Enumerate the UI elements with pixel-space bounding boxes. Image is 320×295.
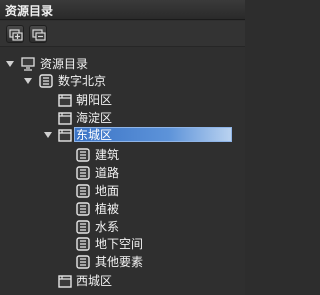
tree-node-layer[interactable]: 其他要素 [0, 253, 245, 272]
tree-node-label: 道路 [95, 166, 120, 180]
tree-node-label: 地面 [95, 184, 120, 198]
tree-node-label: 其他要素 [95, 255, 144, 269]
tree-node-label: 数字北京 [58, 74, 107, 88]
document-stack-icon [39, 74, 53, 88]
collapse-all-button[interactable] [29, 25, 47, 43]
layer-document-icon [76, 166, 90, 180]
collapse-all-icon [32, 29, 46, 41]
expand-all-button[interactable] [6, 25, 24, 43]
layer-document-icon [76, 184, 90, 198]
folder-icon [58, 112, 72, 125]
resource-catalog-panel: 资源目录 资源目录 数字北京 朝阳区 海淀区 东城区 建筑 道路 地面 植被 水… [0, 0, 245, 295]
tree-node-layer[interactable]: 建筑 [0, 146, 245, 165]
panel-toolbar [0, 21, 245, 47]
tree-node-label: 东城区 [76, 128, 113, 142]
folder-icon [58, 129, 72, 142]
tree-node-label: 朝阳区 [76, 93, 113, 107]
expand-all-icon [9, 29, 23, 41]
folder-icon [58, 275, 72, 288]
panel-titlebar: 资源目录 [0, 0, 245, 20]
resource-tree: 资源目录 数字北京 朝阳区 海淀区 东城区 建筑 道路 地面 植被 水系 地下空… [0, 49, 245, 295]
expanded-arrow-icon[interactable] [44, 131, 52, 139]
tree-node-label: 水系 [95, 220, 120, 234]
tree-node-label: 西城区 [76, 274, 113, 288]
tree-node-city[interactable]: 数字北京 [0, 72, 245, 91]
folder-icon [58, 94, 72, 107]
layer-document-icon [76, 237, 90, 251]
tree-node-layer[interactable]: 植被 [0, 200, 245, 219]
tree-node-label: 建筑 [95, 148, 120, 162]
layer-document-icon [76, 220, 90, 234]
layer-document-icon [76, 148, 90, 162]
tree-node-district[interactable]: 朝阳区 [0, 91, 245, 110]
expanded-arrow-icon[interactable] [24, 77, 32, 85]
panel-title: 资源目录 [5, 4, 54, 18]
tree-node-layer[interactable]: 道路 [0, 164, 245, 183]
tree-node-label: 资源目录 [40, 57, 89, 71]
expanded-arrow-icon[interactable] [6, 60, 14, 68]
tree-node-district[interactable]: 西城区 [0, 272, 245, 291]
tree-node-layer[interactable]: 地面 [0, 182, 245, 201]
monitor-icon [21, 57, 35, 71]
layer-document-icon [76, 202, 90, 216]
tree-node-label: 地下空间 [95, 237, 144, 251]
tree-node-label: 海淀区 [76, 111, 113, 125]
tree-node-district-selected[interactable]: 东城区 [0, 126, 245, 145]
layer-document-icon [76, 255, 90, 269]
tree-node-label: 植被 [95, 202, 120, 216]
tree-node-layer[interactable]: 地下空间 [0, 235, 245, 254]
